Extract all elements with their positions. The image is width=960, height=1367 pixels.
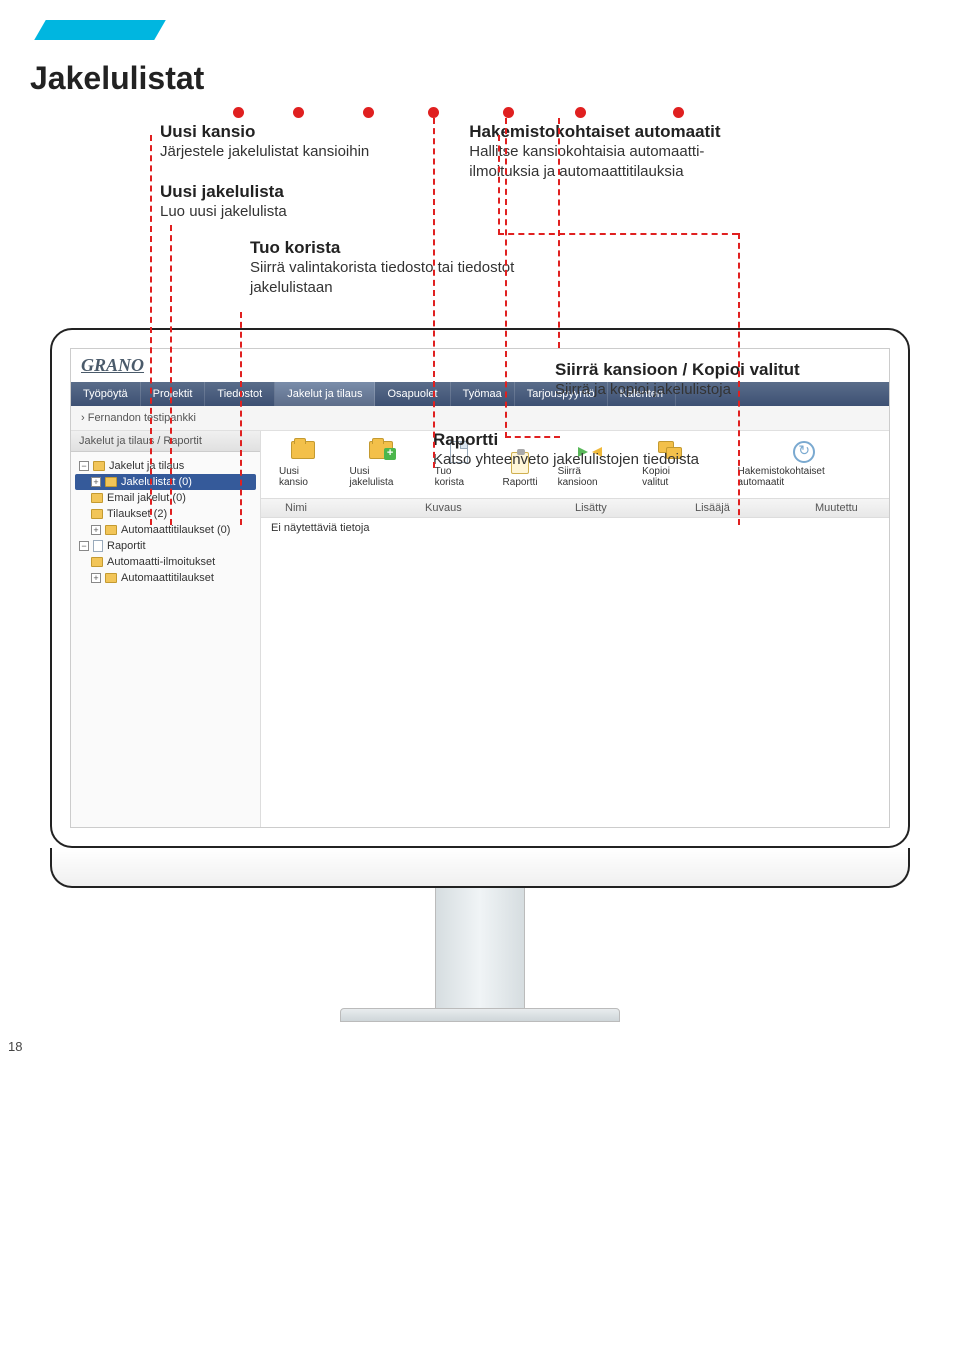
accent-bar	[34, 20, 166, 40]
col-muutettu[interactable]: Muutettu	[807, 499, 889, 517]
expand-icon[interactable]: +	[91, 573, 101, 583]
connector-line	[498, 135, 500, 235]
callout-desc: Katso yhteenveto jakelulistojen tiedoist…	[433, 450, 699, 470]
btn-uusi-kansio[interactable]: Uusi kansio	[279, 441, 329, 488]
expand-icon[interactable]: +	[91, 477, 101, 487]
page-number: 18	[8, 1039, 22, 1054]
sidebar-tree: − Jakelut ja tilaus + Jakelulistat (0) E…	[71, 452, 260, 592]
folder-icon	[105, 525, 117, 535]
empty-state: Ei näytettäviä tietoja	[261, 518, 889, 538]
connector-line	[170, 225, 172, 525]
connector-line	[738, 233, 740, 525]
tree-label: Email jakelut (0)	[107, 492, 186, 504]
folder-icon	[91, 557, 103, 567]
highlight-dot	[503, 107, 514, 118]
callout-title: Uusi jakelulista	[160, 182, 369, 202]
tree-automaattitilaukset[interactable]: + Automaattitilaukset (0)	[75, 522, 256, 538]
folder-icon	[105, 573, 117, 583]
callout-tuo-korista: Tuo korista Siirrä valintakorista tiedos…	[250, 238, 930, 299]
callout-uusi-jakelulista: Uusi jakelulista Luo uusi jakelulista	[160, 182, 369, 222]
btn-label: Uusi jakelulista	[349, 466, 414, 488]
nav-tyopoyta[interactable]: Työpöytä	[71, 382, 141, 406]
callout-desc: Luo uusi jakelulista	[160, 202, 369, 222]
expand-icon[interactable]: +	[91, 525, 101, 535]
folder-icon	[291, 441, 315, 459]
sidebar-header: Jakelut ja tilaus / Raportit	[71, 431, 260, 452]
tree-label: Automaattitilaukset	[121, 572, 214, 584]
collapse-icon[interactable]: −	[79, 461, 89, 471]
callout-title: Siirrä kansioon / Kopioi valitut	[555, 360, 800, 380]
connector-line	[433, 118, 435, 468]
col-lisaaja[interactable]: Lisääjä	[687, 499, 807, 517]
connector-line	[240, 312, 242, 525]
tree-label: Jakelut ja tilaus	[109, 460, 184, 472]
callout-raportti: Raportti Katso yhteenveto jakelulistojen…	[433, 430, 699, 470]
callout-title: Tuo korista	[250, 238, 930, 258]
folder-icon	[91, 509, 103, 519]
monitor-stand-foot	[340, 1008, 620, 1022]
tree-email[interactable]: Email jakelut (0)	[75, 490, 256, 506]
page-title: Jakelulistat	[30, 60, 930, 97]
folder-icon	[93, 461, 105, 471]
tree-label: Jakelulistat (0)	[121, 476, 192, 488]
callout-desc: Järjestele jakelulistat kansioihin	[160, 142, 369, 162]
col-kuvaus[interactable]: Kuvaus	[417, 499, 567, 517]
col-nimi[interactable]: Nimi	[277, 499, 417, 517]
callout-siirra-kopioi: Siirrä kansioon / Kopioi valitut Siirrä …	[555, 360, 800, 400]
tree-label: Automaattitilaukset (0)	[121, 524, 230, 536]
highlight-dot	[575, 107, 586, 118]
nav-osapuolet[interactable]: Osapuolet	[375, 382, 450, 406]
connector-line	[498, 233, 738, 235]
tree-tilaukset[interactable]: Tilaukset (2)	[75, 506, 256, 522]
callout-uusi-kansio: Uusi kansio Järjestele jakelulistat kans…	[160, 122, 369, 162]
highlight-dot	[363, 107, 374, 118]
callout-desc: Siirrä valintakorista tiedosto tai tiedo…	[250, 258, 530, 299]
col-lisatty[interactable]: Lisätty	[567, 499, 687, 517]
tree-root-jakelut[interactable]: − Jakelut ja tilaus	[75, 458, 256, 474]
btn-label: Uusi kansio	[279, 466, 329, 488]
monitor-chin	[50, 848, 910, 888]
callout-title: Hakemistokohtaiset automaatit	[469, 122, 749, 142]
sync-icon	[793, 441, 815, 463]
callout-desc: Siirrä ja kopioi jakelulistoja	[555, 380, 800, 400]
monitor-frame: GRANO Työpöytä Projektit Tiedostot Jakel…	[50, 328, 910, 848]
nav-jakelut[interactable]: Jakelut ja tilaus	[275, 382, 375, 406]
tree-root-raportit[interactable]: − Raportit	[75, 538, 256, 554]
connector-line	[558, 118, 560, 348]
folder-plus-icon: +	[369, 441, 393, 459]
highlight-dot	[673, 107, 684, 118]
tree-jakelulistat[interactable]: + Jakelulistat (0)	[75, 474, 256, 490]
callout-desc: Hallitse kansiokohtaisia automaatti-ilmo…	[469, 142, 749, 183]
tree-label: Tilaukset (2)	[107, 508, 167, 520]
connector-line	[150, 135, 152, 525]
connector-line	[505, 436, 560, 438]
table-header: Nimi Kuvaus Lisätty Lisääjä Muutettu	[261, 498, 889, 518]
doc-icon	[93, 540, 103, 552]
sidebar: Jakelut ja tilaus / Raportit − Jakelut j…	[71, 431, 261, 828]
highlight-dot	[233, 107, 244, 118]
monitor-stand-neck	[435, 888, 525, 1008]
btn-label: Hakemistokohtaiset automaatit	[738, 466, 872, 488]
folder-icon	[91, 493, 103, 503]
highlight-dot	[293, 107, 304, 118]
btn-hakemisto-automaatit[interactable]: Hakemistokohtaiset automaatit	[738, 441, 872, 488]
callout-title: Uusi kansio	[160, 122, 369, 142]
tree-label: Automaatti-ilmoitukset	[107, 556, 215, 568]
highlight-dot	[428, 107, 439, 118]
callout-title: Raportti	[433, 430, 699, 450]
collapse-icon[interactable]: −	[79, 541, 89, 551]
connector-line	[505, 118, 507, 438]
callout-hakemisto: Hakemistokohtaiset automaatit Hallitse k…	[469, 122, 749, 183]
tree-rap-tilaukset[interactable]: + Automaattitilaukset	[75, 570, 256, 586]
callouts-top: Uusi kansio Järjestele jakelulistat kans…	[160, 122, 930, 223]
btn-uusi-jakelulista[interactable]: + Uusi jakelulista	[349, 441, 414, 488]
tree-ilmoitukset[interactable]: Automaatti-ilmoitukset	[75, 554, 256, 570]
folder-icon	[105, 477, 117, 487]
tree-label: Raportit	[107, 540, 146, 552]
